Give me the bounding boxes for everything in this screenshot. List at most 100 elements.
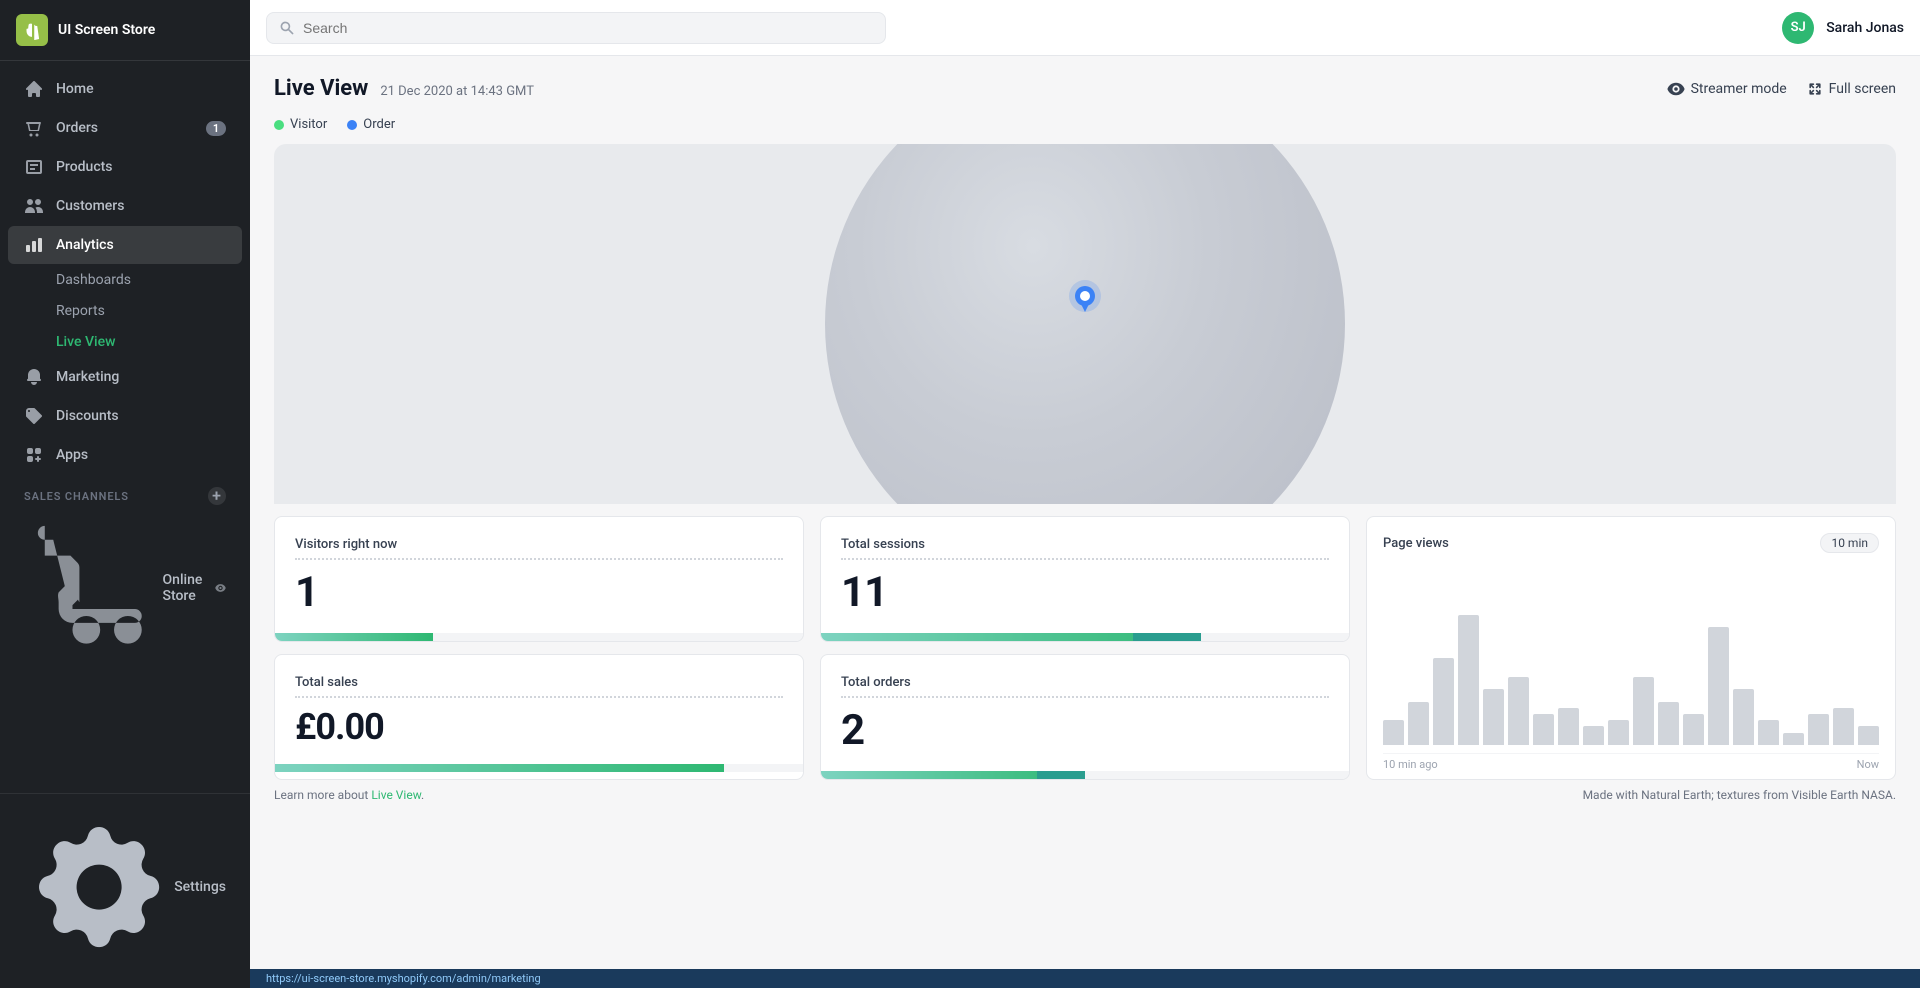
chart-bar — [1433, 658, 1454, 745]
orders-bar-fill — [821, 771, 1085, 779]
chart-time-start: 10 min ago — [1383, 758, 1438, 771]
footer-text: Learn more about Live View. — [274, 788, 424, 802]
reports-label: Reports — [56, 303, 105, 319]
sidebar-item-online-store[interactable]: Online Store — [8, 510, 242, 667]
chart-bar — [1483, 689, 1504, 745]
map-legend: Visitor Order — [250, 113, 1920, 144]
sidebar-bottom: Settings — [0, 793, 250, 988]
sessions-label: Total sessions — [841, 537, 1329, 560]
page-views-title: Page views — [1383, 536, 1449, 551]
page-title-area: Live View 21 Dec 2020 at 14:43 GMT — [274, 76, 534, 101]
streamer-mode-button[interactable]: Streamer mode — [1667, 80, 1787, 98]
page-views-header: Page views 10 min — [1383, 533, 1879, 553]
chart-bar — [1633, 677, 1654, 745]
chart-bar — [1508, 677, 1529, 745]
sales-channels-section: SALES CHANNELS + — [0, 475, 250, 509]
sidebar-header: UI Screen Store — [0, 0, 250, 61]
user-name: Sarah Jonas — [1826, 20, 1904, 36]
search-icon — [279, 20, 295, 36]
page-footer: Learn more about Live View. Made with Na… — [250, 780, 1920, 810]
visitors-value: 1 — [295, 568, 783, 617]
orders-card: Total orders 2 — [820, 654, 1350, 780]
search-box[interactable] — [266, 12, 886, 44]
sessions-value: 11 — [841, 568, 1329, 617]
sidebar-item-home[interactable]: Home — [8, 70, 242, 108]
chart-bar — [1708, 627, 1729, 745]
sidebar-item-analytics[interactable]: Analytics — [8, 226, 242, 264]
store-name: UI Screen Store — [58, 22, 155, 38]
chart-bar — [1608, 720, 1629, 745]
page-subtitle: 21 Dec 2020 at 14:43 GMT — [380, 84, 534, 99]
sidebar: UI Screen Store Home Orders 1 Products C… — [0, 0, 250, 988]
visitor-dot — [274, 120, 284, 130]
sidebar-item-products[interactable]: Products — [8, 148, 242, 186]
dashboards-label: Dashboards — [56, 272, 131, 288]
home-label: Home — [56, 81, 94, 97]
sales-bar — [275, 764, 803, 772]
sidebar-nav: Home Orders 1 Products Customers Analyti… — [0, 61, 250, 793]
sidebar-item-orders[interactable]: Orders 1 — [8, 109, 242, 147]
chart-bar — [1383, 720, 1404, 745]
online-store-label: Online Store — [163, 572, 216, 604]
sidebar-subitem-live-view[interactable]: Live View — [8, 327, 242, 357]
stats-grid: Visitors right now 1 Total sessions 11 — [250, 504, 1920, 780]
chart-bar — [1733, 689, 1754, 745]
visitor-legend: Visitor — [274, 117, 327, 132]
sales-bar-fill — [275, 764, 724, 772]
map-container — [274, 144, 1896, 504]
sidebar-subitem-dashboards[interactable]: Dashboards — [8, 265, 242, 295]
chart-bar — [1408, 702, 1429, 745]
content: Live View 21 Dec 2020 at 14:43 GMT Strea… — [250, 56, 1920, 969]
status-bar: https://ui-screen-store.myshopify.com/ad… — [250, 969, 1920, 988]
visitors-bar-fill — [275, 633, 433, 641]
orders-value: 2 — [841, 706, 1329, 755]
sidebar-item-marketing[interactable]: Marketing — [8, 358, 242, 396]
sales-card: Total sales £0.00 — [274, 654, 804, 780]
main-area: SJ Sarah Jonas Live View 21 Dec 2020 at … — [250, 0, 1920, 988]
eye-icon — [215, 580, 226, 596]
chart-bar — [1808, 714, 1829, 745]
chart-bar — [1833, 708, 1854, 745]
sidebar-subitem-reports[interactable]: Reports — [8, 296, 242, 326]
sales-label: Total sales — [295, 675, 783, 698]
chart-footer: 10 min ago Now — [1383, 753, 1879, 779]
orders-label: Total orders — [841, 675, 1329, 698]
page-views-card: Page views 10 min 10 min ago Now — [1366, 516, 1896, 780]
add-sales-channel-button[interactable]: + — [208, 487, 226, 505]
time-badge: 10 min — [1820, 533, 1879, 553]
chart-bar — [1583, 726, 1604, 745]
visitors-card: Visitors right now 1 — [274, 516, 804, 642]
full-screen-label: Full screen — [1829, 81, 1896, 97]
chart-bar — [1533, 714, 1554, 745]
live-view-label: Live View — [56, 334, 115, 350]
chart-bar — [1683, 714, 1704, 745]
chart-bar — [1783, 733, 1804, 745]
page-header-actions: Streamer mode Full screen — [1667, 80, 1896, 98]
full-screen-button[interactable]: Full screen — [1807, 81, 1896, 97]
sidebar-item-apps[interactable]: Apps — [8, 436, 242, 474]
footer-attribution: Made with Natural Earth; textures from V… — [1583, 788, 1896, 802]
products-label: Products — [56, 159, 113, 175]
customers-label: Customers — [56, 198, 124, 214]
chart-bar — [1558, 708, 1579, 745]
fullscreen-icon — [1807, 81, 1823, 97]
live-view-link[interactable]: Live View — [371, 788, 421, 802]
order-legend: Order — [347, 117, 395, 132]
chart-bar — [1858, 726, 1879, 745]
settings-label: Settings — [174, 879, 226, 895]
chart-area — [1383, 561, 1879, 749]
eye-icon — [1667, 80, 1685, 98]
orders-badge: 1 — [206, 121, 226, 136]
sidebar-item-settings[interactable]: Settings — [8, 803, 242, 971]
sessions-card: Total sessions 11 — [820, 516, 1350, 642]
apps-label: Apps — [56, 447, 88, 463]
sales-value: £0.00 — [295, 706, 783, 748]
sessions-bar-fill — [821, 633, 1201, 641]
search-input[interactable] — [303, 20, 873, 36]
sidebar-item-customers[interactable]: Customers — [8, 187, 242, 225]
avatar: SJ — [1782, 12, 1814, 44]
sidebar-item-discounts[interactable]: Discounts — [8, 397, 242, 435]
page-header: Live View 21 Dec 2020 at 14:43 GMT Strea… — [250, 56, 1920, 113]
topbar-right: SJ Sarah Jonas — [1782, 12, 1904, 44]
chart-bar — [1658, 702, 1679, 745]
